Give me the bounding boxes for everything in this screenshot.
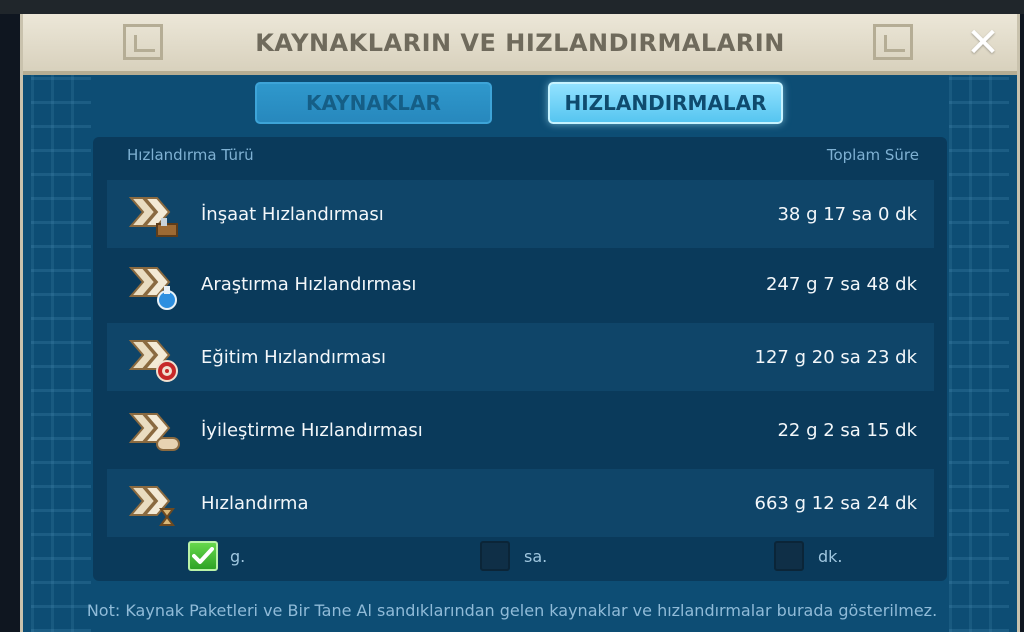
table-row: Hızlandırma 663 g 12 sa 24 dk	[107, 469, 934, 537]
background-left	[0, 14, 22, 632]
minutes-checkbox[interactable]	[774, 541, 804, 571]
tab-speedups[interactable]: HIZLANDIRMALAR	[548, 82, 783, 124]
minutes-label: dk.	[818, 546, 843, 566]
days-label: g.	[230, 546, 246, 566]
close-icon[interactable]: ✕	[963, 23, 1003, 63]
table-row: Eğitim Hızlandırması 127 g 20 sa 23 dk	[107, 323, 934, 391]
decorative-border-left	[31, 74, 91, 632]
tab-resources[interactable]: KAYNAKLAR	[255, 82, 492, 124]
row-value: 38 g 17 sa 0 dk	[777, 203, 917, 225]
unit-minutes-toggle[interactable]: dk.	[774, 540, 843, 572]
training-speedup-icon	[127, 329, 183, 385]
decorative-border-right	[949, 74, 1009, 632]
column-header-type: Hızlandırma Türü	[127, 146, 254, 164]
dialog-titlebar: KAYNAKLARIN VE HIZLANDIRMALARIN ✕	[23, 14, 1017, 75]
column-header-total: Toplam Süre	[826, 146, 919, 164]
checkmark-icon	[192, 547, 214, 564]
days-checkbox[interactable]	[188, 541, 218, 571]
construction-speedup-icon	[127, 186, 183, 242]
row-value: 663 g 12 sa 24 dk	[754, 492, 917, 514]
unit-days-toggle[interactable]: g.	[188, 540, 245, 572]
research-speedup-icon	[127, 256, 183, 312]
row-value: 127 g 20 sa 23 dk	[754, 346, 917, 368]
table-row: İnşaat Hızlandırması 38 g 17 sa 0 dk	[107, 180, 934, 248]
universal-speedup-icon	[127, 475, 183, 531]
table-row: Araştırma Hızlandırması 247 g 7 sa 48 dk	[107, 250, 934, 318]
row-value: 22 g 2 sa 15 dk	[777, 419, 917, 441]
dialog-title: KAYNAKLARIN VE HIZLANDIRMALARIN	[255, 28, 785, 57]
table-row: İyileştirme Hızlandırması 22 g 2 sa 15 d…	[107, 396, 934, 464]
row-label: İnşaat Hızlandırması	[201, 203, 384, 225]
hours-label: sa.	[524, 546, 548, 566]
row-label: İyileştirme Hızlandırması	[201, 419, 423, 441]
title-ornament-left-icon	[123, 24, 163, 60]
hours-checkbox[interactable]	[480, 541, 510, 571]
title-ornament-right-icon	[873, 24, 913, 60]
unit-hours-toggle[interactable]: sa.	[480, 540, 547, 572]
footnote-text: Not: Kaynak Paketleri ve Bir Tane Al san…	[86, 601, 938, 620]
background-top	[0, 0, 1024, 14]
row-label: Eğitim Hızlandırması	[201, 346, 386, 368]
row-label: Araştırma Hızlandırması	[201, 273, 417, 295]
row-label: Hızlandırma	[201, 492, 309, 514]
row-value: 247 g 7 sa 48 dk	[765, 273, 917, 295]
healing-speedup-icon	[127, 402, 183, 458]
